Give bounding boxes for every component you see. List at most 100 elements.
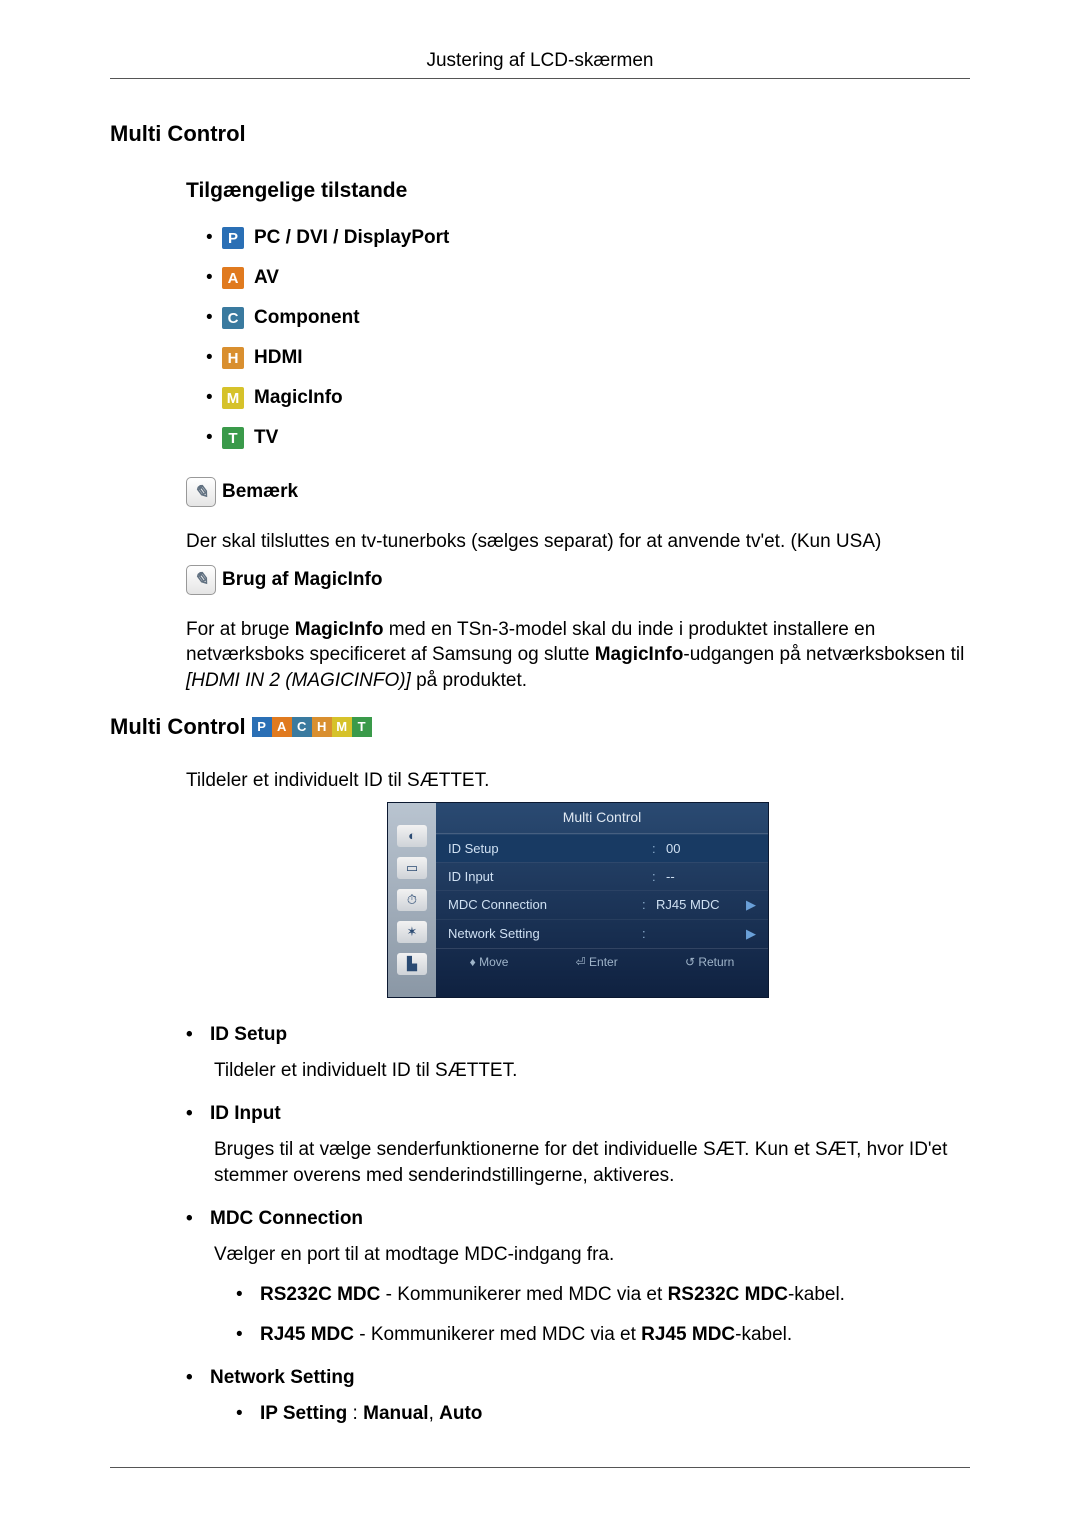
text-bold: MagicInfo bbox=[595, 644, 684, 665]
definition-item: • ID SetupTildeler et individuelt ID til… bbox=[186, 1024, 970, 1084]
text: Move bbox=[479, 955, 508, 969]
note-icon: ✎ bbox=[186, 565, 216, 595]
text-italic: [HDMI IN 2 (MAGICINFO)] bbox=[186, 670, 411, 691]
definition-body: Vælger en port til at modtage MDC-indgan… bbox=[186, 1242, 970, 1268]
text: -udgangen på netværksboksen til bbox=[683, 644, 964, 665]
page-header: Justering af LCD-skærmen bbox=[110, 50, 970, 79]
mode-label: AV bbox=[254, 267, 279, 289]
bullet-icon: • bbox=[236, 1322, 242, 1348]
osd-row-label: Network Setting bbox=[448, 926, 642, 941]
section2-title: Multi Control bbox=[110, 714, 246, 740]
osd-side-icon: ⏱ bbox=[397, 889, 427, 911]
note-body: Der skal tilsluttes en tv-tunerboks (sæl… bbox=[110, 529, 970, 555]
text-bold: RS232C MDC bbox=[668, 1284, 788, 1305]
bullet-icon: • bbox=[206, 387, 212, 409]
sub-list: • IP Setting : Manual, Auto bbox=[186, 1401, 970, 1427]
osd-panel: ◐ ▭ ⏱ ✶ ▙ Multi Control ID Setup : 00 ID… bbox=[387, 802, 769, 998]
note-icon: ✎ bbox=[186, 477, 216, 507]
definition-term: ID Input bbox=[210, 1103, 281, 1125]
magicinfo-label: Brug af MagicInfo bbox=[222, 569, 382, 591]
text-bold: Auto bbox=[439, 1403, 482, 1424]
bullet-icon: • bbox=[186, 1103, 192, 1125]
mode-letter-icon: C bbox=[222, 307, 244, 329]
mode-label: TV bbox=[254, 427, 278, 449]
mode-label: PC / DVI / DisplayPort bbox=[254, 227, 449, 249]
section2-title-row: Multi Control PACHMT bbox=[110, 714, 970, 740]
mini-mode-icon: C bbox=[292, 717, 312, 737]
bullet-icon: • bbox=[186, 1024, 192, 1046]
bullet-icon: • bbox=[236, 1282, 242, 1308]
sub-item: • RJ45 MDC - Kommunikerer med MDC via et… bbox=[236, 1322, 970, 1348]
mini-mode-icon: A bbox=[272, 717, 292, 737]
mode-item: • C Component bbox=[206, 307, 970, 329]
definition-item: • MDC Connection Vælger en port til at mo… bbox=[186, 1208, 970, 1347]
bullet-icon: • bbox=[186, 1367, 192, 1389]
osd-row[interactable]: ID Setup : 00 bbox=[436, 834, 768, 862]
bullet-icon: • bbox=[206, 267, 212, 289]
osd-side-icon: ◐ bbox=[397, 825, 427, 847]
modes-title: Tilgængelige tilstande bbox=[110, 179, 970, 203]
osd-row-colon: : bbox=[642, 926, 656, 941]
definition-body: Tildeler et individuelt ID til SÆTTET. bbox=[186, 1058, 970, 1084]
osd-row-colon: : bbox=[642, 897, 656, 912]
mode-letter-icon: H bbox=[222, 347, 244, 369]
mode-letter-icon: P bbox=[222, 227, 244, 249]
bullet-icon: • bbox=[206, 427, 212, 449]
definition-term: MDC Connection bbox=[210, 1208, 363, 1230]
mini-mode-icon: M bbox=[332, 717, 352, 737]
definition-list: • ID SetupTildeler et individuelt ID til… bbox=[110, 1024, 970, 1427]
definition-item: • Network Setting • IP Setting : Manual,… bbox=[186, 1367, 970, 1427]
magicinfo-block: ✎ Brug af MagicInfo bbox=[110, 565, 970, 595]
mini-mode-icon: P bbox=[252, 717, 272, 737]
osd-row-colon: : bbox=[652, 869, 666, 884]
osd-footer: ♦ Move ⏎ Enter ↺ Return bbox=[436, 948, 768, 975]
osd-foot-move: ♦ Move bbox=[470, 955, 509, 969]
page-header-title: Justering af LCD-skærmen bbox=[426, 50, 653, 71]
osd-row-value: -- bbox=[666, 869, 756, 884]
mini-mode-icon: H bbox=[312, 717, 332, 737]
mini-mode-icons: PACHMT bbox=[252, 717, 372, 737]
osd-row-value: RJ45 MDC bbox=[656, 897, 746, 912]
mode-label: HDMI bbox=[254, 347, 303, 369]
osd-title: Multi Control bbox=[436, 803, 768, 834]
mode-letter-icon: M bbox=[222, 387, 244, 409]
osd-row[interactable]: Network Setting : ▶ bbox=[436, 919, 768, 948]
mode-item: • T TV bbox=[206, 427, 970, 449]
text-bold: RJ45 MDC bbox=[641, 1324, 735, 1345]
note-label: Bemærk bbox=[222, 481, 298, 503]
osd-row-label: ID Setup bbox=[448, 841, 652, 856]
bullet-icon: • bbox=[206, 227, 212, 249]
text: Return bbox=[698, 955, 734, 969]
bullet-icon: • bbox=[236, 1401, 242, 1427]
text: Enter bbox=[589, 955, 618, 969]
text-bold: Manual bbox=[363, 1403, 428, 1424]
chevron-right-icon: ▶ bbox=[746, 897, 756, 913]
osd-foot-return: ↺ Return bbox=[685, 955, 734, 969]
mode-item: • H HDMI bbox=[206, 347, 970, 369]
osd-row-colon: : bbox=[652, 841, 666, 856]
mode-item: • P PC / DVI / DisplayPort bbox=[206, 227, 970, 249]
bullet-icon: • bbox=[206, 307, 212, 329]
page: Justering af LCD-skærmen Multi Control T… bbox=[0, 0, 1080, 1528]
text-bold: RJ45 MDC bbox=[260, 1324, 354, 1345]
osd-side-icon: ▭ bbox=[397, 857, 427, 879]
mode-item: • M MagicInfo bbox=[206, 387, 970, 409]
section2-intro: Tildeler et individuelt ID til SÆTTET. bbox=[186, 770, 970, 792]
osd-row[interactable]: ID Input : -- bbox=[436, 862, 768, 890]
mini-mode-icon: T bbox=[352, 717, 372, 737]
bullet-icon: • bbox=[206, 347, 212, 369]
mode-letter-icon: T bbox=[222, 427, 244, 449]
mode-letter-icon: A bbox=[222, 267, 244, 289]
page-footer-rule bbox=[110, 1467, 970, 1468]
osd-row[interactable]: MDC Connection : RJ45 MDC ▶ bbox=[436, 890, 768, 919]
definition-term: Network Setting bbox=[210, 1367, 355, 1389]
text-bold: MagicInfo bbox=[295, 619, 384, 640]
text: For at bruge bbox=[186, 619, 295, 640]
osd-sidebar: ◐ ▭ ⏱ ✶ ▙ bbox=[388, 803, 436, 997]
osd-side-icon: ▙ bbox=[397, 953, 427, 975]
bullet-icon: • bbox=[186, 1208, 192, 1230]
definition-body: Bruges til at vælge senderfunktionerne f… bbox=[186, 1137, 970, 1188]
mode-label: Component bbox=[254, 307, 360, 329]
osd-side-icon: ✶ bbox=[397, 921, 427, 943]
text-bold: RS232C MDC bbox=[260, 1284, 380, 1305]
